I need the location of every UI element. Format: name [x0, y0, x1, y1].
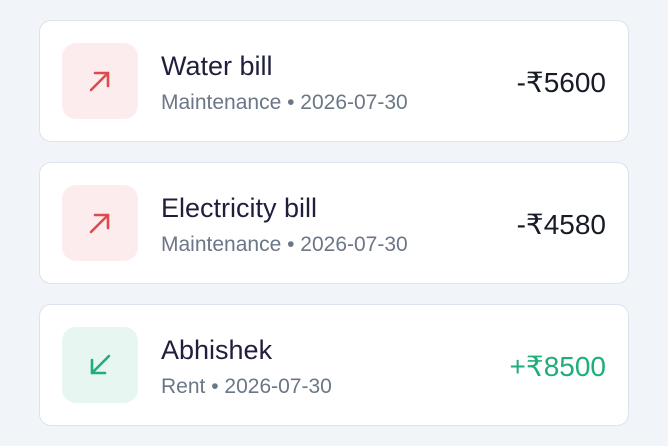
transaction-category: Maintenance	[161, 91, 282, 114]
transaction-card[interactable]: Electricity bill Maintenance • 2026-07-3…	[39, 162, 629, 284]
transaction-title: Abhishek	[161, 335, 273, 365]
transaction-icon-box	[62, 185, 138, 261]
transaction-icon-box	[62, 43, 138, 119]
transaction-card[interactable]: Abhishek Rent • 2026-07-30 +₹8500	[39, 304, 629, 426]
transaction-card[interactable]: Water bill Maintenance • 2026-07-30 -₹56…	[39, 20, 629, 142]
transaction-date: 2026-07-30	[224, 375, 332, 398]
meta-separator: •	[287, 233, 295, 256]
transaction-amount: +₹8500	[509, 351, 606, 382]
transaction-icon-box	[62, 327, 138, 403]
meta-separator: •	[211, 375, 219, 398]
transaction-amount: -₹5600	[516, 67, 606, 98]
transaction-title: Electricity bill	[161, 193, 318, 223]
arrow-up-right-icon	[89, 213, 110, 234]
transaction-date: 2026-07-30	[300, 91, 408, 114]
transaction-category: Rent	[161, 375, 206, 398]
meta-separator: •	[287, 91, 295, 114]
transaction-list: Water bill Maintenance • 2026-07-30 -₹56…	[0, 0, 668, 446]
transaction-meta: Rent • 2026-07-30	[161, 375, 332, 399]
transaction-title: Water bill	[161, 51, 273, 81]
arrow-up-right-icon	[89, 71, 110, 92]
transaction-category: Maintenance	[161, 233, 282, 256]
transaction-amount: -₹4580	[516, 209, 606, 240]
transaction-meta: Maintenance • 2026-07-30	[161, 91, 408, 115]
transaction-date: 2026-07-30	[300, 233, 408, 256]
arrow-down-left-icon	[90, 354, 111, 375]
transaction-meta: Maintenance • 2026-07-30	[161, 233, 408, 257]
